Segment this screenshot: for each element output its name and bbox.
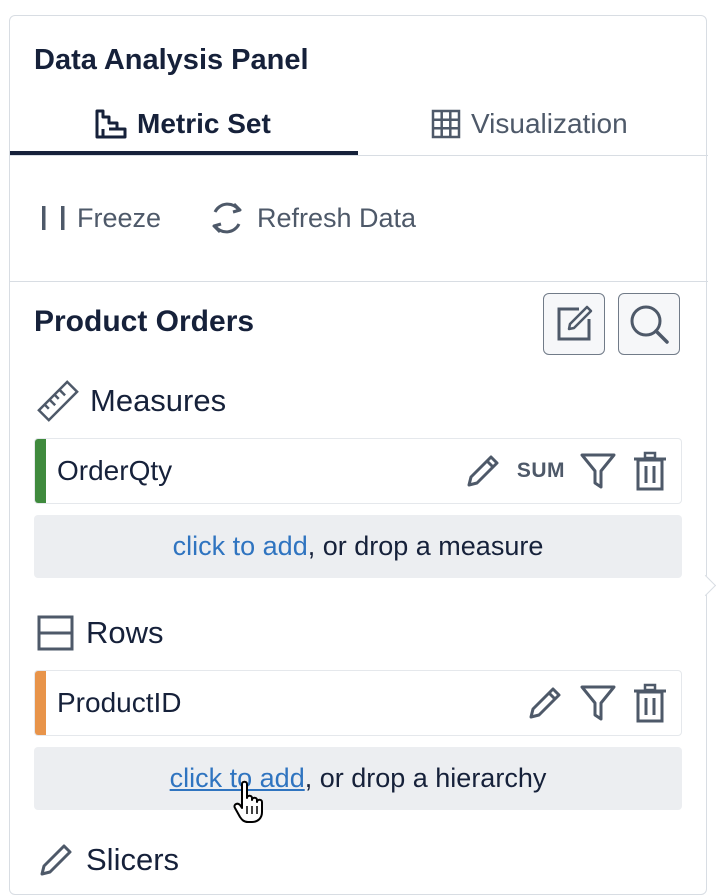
section-title: Product Orders — [34, 305, 255, 338]
refresh-label: Refresh Data — [257, 202, 417, 233]
tab-label: Metric Set — [137, 108, 271, 139]
dropzone-text: , or drop a measure — [307, 531, 544, 561]
tab-metric-set[interactable]: Metric Set — [95, 104, 271, 144]
measure-dropzone[interactable]: click to add, or drop a measure — [34, 515, 682, 578]
ruler-icon — [37, 380, 79, 422]
edit-button[interactable] — [543, 293, 605, 355]
rows-icon — [37, 615, 74, 651]
field-actions: SUM — [463, 449, 669, 493]
panel-title: Data Analysis Panel — [34, 44, 309, 76]
hand-cursor-icon — [233, 780, 263, 823]
tab-label: Visualization — [471, 108, 628, 139]
rows-label: Rows — [86, 615, 164, 650]
divider — [10, 155, 708, 156]
row-accent-bar — [35, 671, 46, 735]
field-actions — [525, 681, 669, 725]
slicers-header: Slicers — [36, 838, 179, 882]
freeze-label: Freeze — [77, 202, 162, 233]
divider — [10, 281, 708, 282]
measures-label: Measures — [90, 383, 227, 418]
trash-icon[interactable] — [631, 451, 669, 491]
edit-icon — [557, 305, 593, 341]
refresh-data-button[interactable]: Refresh Data — [207, 196, 416, 240]
rows-header: Rows — [36, 611, 164, 655]
field-name: ProductID — [57, 687, 182, 718]
aggregate-label[interactable]: SUM — [517, 459, 565, 483]
measure-accent-bar — [35, 439, 46, 503]
row-field-item[interactable]: ProductID — [34, 670, 682, 736]
search-button[interactable] — [618, 293, 680, 355]
measures-header: Measures — [36, 379, 226, 423]
metric-set-icon — [95, 109, 127, 139]
tab-visualization[interactable]: Visualization — [431, 104, 628, 144]
trash-icon[interactable] — [631, 683, 669, 723]
filter-icon[interactable] — [579, 451, 617, 491]
click-to-add-link[interactable]: click to add — [173, 531, 308, 562]
pencil-icon[interactable] — [525, 683, 565, 723]
pencil-icon — [40, 844, 72, 876]
pencil-icon[interactable] — [463, 451, 503, 491]
grid-icon — [431, 109, 461, 139]
refresh-icon — [212, 202, 242, 234]
measure-field-item[interactable]: OrderQty SUM — [34, 438, 682, 504]
slicers-label: Slicers — [86, 842, 180, 877]
hierarchy-dropzone[interactable]: click to add, or drop a hierarchy — [34, 747, 682, 810]
filter-icon[interactable] — [579, 683, 617, 723]
pause-icon — [42, 206, 65, 230]
search-icon — [630, 305, 669, 344]
dropzone-text: , or drop a hierarchy — [304, 763, 547, 793]
freeze-button[interactable]: Freeze — [41, 196, 161, 240]
field-name: OrderQty — [57, 455, 173, 486]
